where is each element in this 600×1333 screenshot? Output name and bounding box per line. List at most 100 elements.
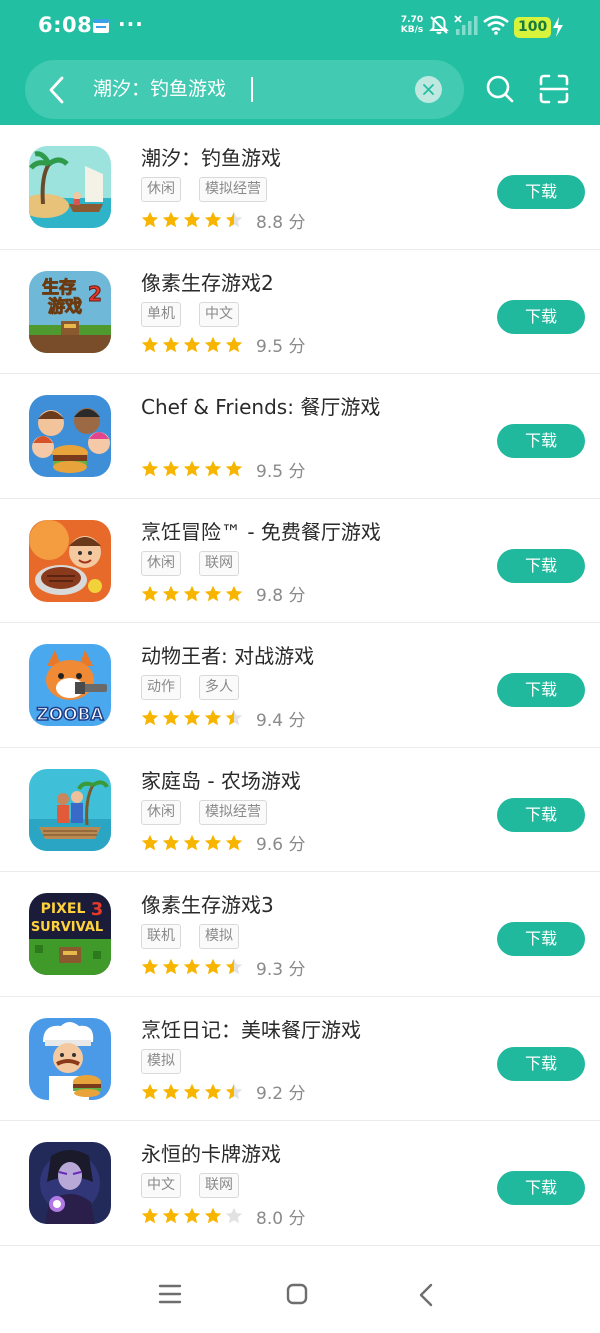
pixel-survival-3-logo-line1: PIXEL: [41, 901, 86, 917]
star-icon: [225, 958, 243, 975]
back-icon[interactable]: [417, 1283, 435, 1307]
app-list-item[interactable]: ZOOBA 动物王者: 对战游戏 动作 多人 9.4 分 下载: [0, 623, 600, 748]
app-list-item[interactable]: 烹饪日记：美味餐厅游戏 模拟 9.2 分 下载: [0, 996, 600, 1121]
star-icon: [225, 709, 243, 726]
app-tags: 中文 联网: [141, 1173, 239, 1198]
clear-search-button[interactable]: [415, 76, 442, 103]
star-icon: [141, 336, 159, 352]
app-rating: 9.3 分: [141, 956, 305, 980]
star-rating: [141, 460, 243, 478]
download-button[interactable]: 下载: [497, 299, 585, 334]
charging-icon: [553, 17, 563, 37]
app-tags: 休闲 模拟经营: [141, 799, 267, 825]
more-notifications-icon: ···: [118, 12, 144, 36]
star-icon: [183, 1207, 201, 1224]
star-icon: [141, 834, 159, 850]
app-tags: 休闲 联网: [141, 550, 239, 576]
star-icon: [225, 460, 243, 477]
pixel-survival-3-icon[interactable]: PIXEL SURVIVAL 3: [29, 893, 111, 975]
tidal-fishing-icon[interactable]: [29, 146, 111, 228]
app-title[interactable]: Chef & Friends: 餐厅游戏: [141, 391, 380, 420]
app-score: 9.6 分: [256, 835, 306, 855]
app-list-item[interactable]: 家庭岛 - 农场游戏 休闲 模拟经营 9.6 分 下载: [0, 747, 600, 872]
cooking-diary-icon[interactable]: [29, 1017, 111, 1100]
app-list-item[interactable]: 潮汐：钓鱼游戏 休闲 模拟经营 8.8 分 下载: [0, 125, 600, 250]
app-list-item[interactable]: PIXEL SURVIVAL 3 像素生存游戏3 联机 模拟 9.3 分 下载: [0, 872, 600, 997]
app-title[interactable]: 永恒的卡牌游戏: [141, 1138, 281, 1167]
download-button[interactable]: 下载: [497, 548, 585, 583]
pixel-survival-2-logo-line2: 游戏: [48, 296, 82, 317]
star-icon: [141, 1207, 159, 1224]
star-rating: [141, 336, 243, 354]
download-button[interactable]: 下载: [497, 424, 585, 458]
star-icon: [183, 336, 201, 352]
scan-icon[interactable]: [539, 74, 569, 104]
pixel-survival-2-icon[interactable]: 生存 游戏 2: [29, 270, 111, 353]
app-tag: 模拟: [141, 1048, 181, 1074]
star-icon: [204, 585, 222, 601]
network-speed: 7.70 KB/s: [400, 15, 424, 35]
app-list-item[interactable]: 烹饪冒险™ - 免费餐厅游戏 休闲 联网 9.8 分 下载: [0, 498, 600, 623]
app-tag: 模拟经营: [199, 799, 267, 825]
eternal-card-icon[interactable]: [29, 1142, 111, 1224]
app-title[interactable]: 像素生存游戏3: [141, 889, 274, 918]
download-button[interactable]: 下载: [497, 797, 585, 832]
download-button[interactable]: 下载: [497, 922, 585, 956]
star-icon: [141, 211, 159, 228]
star-icon: [204, 1083, 222, 1099]
star-icon: [162, 1083, 180, 1099]
pixel-survival-3-logo-line2: SURVIVAL: [31, 920, 103, 935]
app-tag: 联机: [141, 924, 181, 949]
app-title[interactable]: 烹饪冒险™ - 免费餐厅游戏: [141, 516, 381, 545]
cooking-adventure-icon[interactable]: [29, 519, 111, 602]
home-icon[interactable]: [286, 1283, 308, 1305]
star-icon: [141, 585, 159, 601]
app-title[interactable]: 动物王者: 对战游戏: [141, 640, 314, 669]
app-title[interactable]: 家庭岛 - 农场游戏: [141, 765, 301, 794]
download-button[interactable]: 下载: [497, 1171, 585, 1205]
download-button[interactable]: 下载: [497, 175, 585, 209]
chef-friends-icon[interactable]: [29, 395, 111, 477]
star-icon: [162, 460, 180, 477]
search-input[interactable]: [93, 60, 413, 119]
star-icon: [225, 1207, 243, 1224]
app-score: 9.8 分: [256, 586, 306, 606]
app-title[interactable]: 潮汐：钓鱼游戏: [141, 142, 281, 171]
star-rating: [141, 1207, 243, 1225]
app-tag: 模拟: [199, 924, 239, 949]
family-island-icon[interactable]: [29, 768, 111, 851]
text-cursor: [251, 77, 253, 102]
star-icon: [204, 958, 222, 975]
star-icon: [225, 1083, 243, 1099]
download-button[interactable]: 下载: [497, 1046, 585, 1081]
top-bar: 6:08 ··· 7.70 KB/s 100: [0, 0, 600, 125]
star-icon: [141, 709, 159, 726]
search-results-list: 潮汐：钓鱼游戏 休闲 模拟经营 8.8 分 下载 生存 游戏 2 像素生存游戏2: [0, 125, 600, 1246]
app-tag: 单机: [141, 301, 181, 327]
app-rating: 9.4 分: [141, 707, 306, 731]
app-tags: 单机 中文: [141, 301, 239, 327]
app-score: 9.5 分: [256, 461, 306, 482]
pixel-survival-2-logo-number: 2: [88, 282, 102, 306]
app-tag: 中文: [141, 1173, 181, 1198]
app-title[interactable]: 烹饪日记：美味餐厅游戏: [141, 1014, 361, 1043]
notification-card-icon: [93, 19, 109, 33]
star-icon: [183, 709, 201, 726]
app-tag: 多人: [199, 675, 239, 700]
app-score: 9.4 分: [256, 710, 306, 731]
zooba-icon[interactable]: ZOOBA: [29, 644, 111, 726]
status-bar: 6:08 ··· 7.70 KB/s 100: [0, 0, 600, 52]
app-list-item[interactable]: 永恒的卡牌游戏 中文 联网 8.0 分 下载: [0, 1121, 600, 1246]
app-tag: 模拟经营: [199, 177, 267, 202]
star-icon: [225, 336, 243, 352]
app-list-item[interactable]: 生存 游戏 2 像素生存游戏2 单机 中文 9.5 分 下载: [0, 249, 600, 374]
search-icon[interactable]: [485, 74, 515, 104]
download-button[interactable]: 下载: [497, 673, 585, 707]
search-box[interactable]: [25, 60, 464, 119]
app-title[interactable]: 像素生存游戏2: [141, 267, 274, 296]
back-arrow-icon[interactable]: [45, 75, 69, 105]
app-tags: 动作 多人: [141, 675, 239, 700]
app-list-item[interactable]: Chef & Friends: 餐厅游戏 9.5 分 下载: [0, 374, 600, 499]
star-icon: [225, 211, 243, 228]
recent-apps-icon[interactable]: [158, 1283, 182, 1305]
